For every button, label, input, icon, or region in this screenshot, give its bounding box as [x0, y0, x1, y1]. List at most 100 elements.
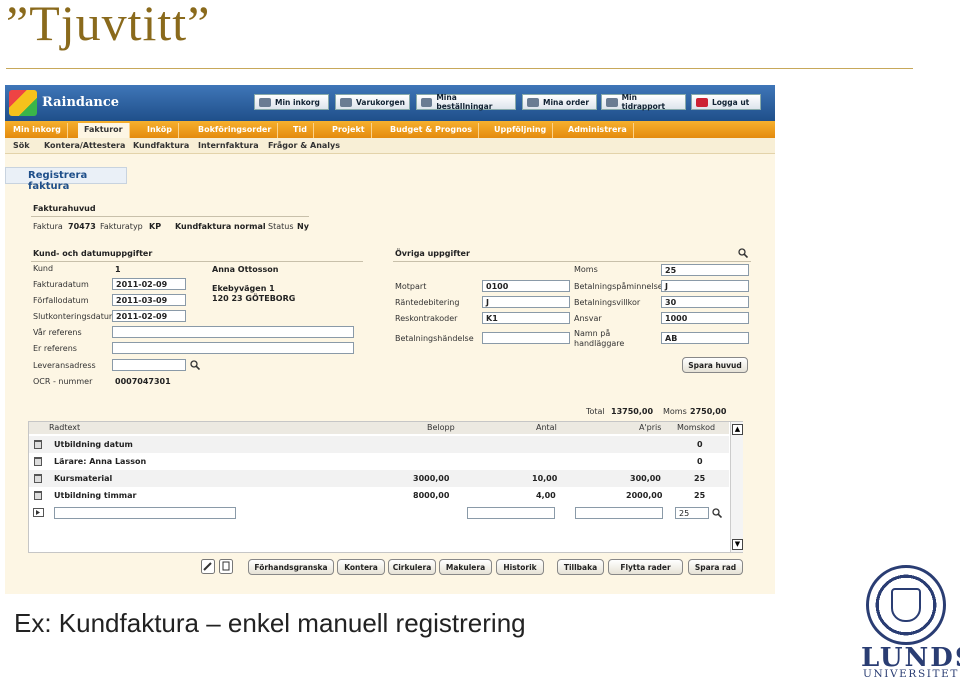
table-row[interactable]: Kursmaterial 3000,00 10,00 300,00 25 [29, 470, 729, 487]
er-referens-input[interactable] [112, 342, 354, 354]
moms-label: Moms [574, 265, 598, 274]
forfallodatum-label: Förfallodatum [33, 296, 89, 305]
menu-projekt[interactable]: Projekt [326, 123, 372, 138]
betalningsvillkor-input[interactable]: 30 [661, 296, 749, 308]
slutkonteringsdatum-input[interactable]: 2011-02-09 [112, 310, 186, 322]
menu-min-inkorg[interactable]: Min inkorg [7, 123, 68, 138]
toolbar-logga-ut[interactable]: Logga ut [691, 94, 761, 110]
scroll-up-icon[interactable]: ▲ [732, 424, 743, 435]
makulera-button[interactable]: Makulera [439, 559, 492, 575]
menu-bokforingsorder[interactable]: Bokföringsorder [192, 123, 279, 138]
handlaggare-input[interactable]: AB [661, 332, 749, 344]
reskontrakoder-label: Reskontrakoder [395, 314, 458, 323]
reskontrakoder-input[interactable]: K1 [482, 312, 570, 324]
row-momskod: 25 [694, 474, 706, 483]
menu-fakturor[interactable]: Fakturor [78, 123, 130, 138]
row-antal: 10,00 [532, 474, 558, 483]
row-apris: 300,00 [630, 474, 661, 483]
flytta-rader-button[interactable]: Flytta rader [608, 559, 683, 575]
kontera-button[interactable]: Kontera [337, 559, 385, 575]
toolbar-mina-bestallningar[interactable]: Mina beställningar [416, 93, 516, 111]
table-row[interactable]: Utbildning timmar 8000,00 4,00 2000,00 2… [29, 487, 729, 504]
fakturatyp-name: Kundfaktura normal [175, 222, 266, 231]
toolbar-mina-order[interactable]: Mina order [522, 94, 597, 110]
historik-button[interactable]: Historik [496, 559, 544, 575]
toolbar-min-inkorg[interactable]: Min inkorg [254, 94, 329, 110]
new-row: 25 [29, 505, 729, 522]
betalningshandelse-input[interactable] [482, 332, 570, 344]
spara-huvud-button[interactable]: Spara huvud [682, 357, 748, 373]
scroll-down-icon[interactable]: ▼ [732, 539, 743, 550]
kund-value: 1 [115, 265, 121, 274]
search-icon[interactable] [738, 248, 748, 258]
betalningsvillkor-label: Betalningsvillkor [574, 298, 641, 307]
table-row[interactable]: Lärare: Anna Lasson 0 [29, 453, 729, 470]
menu-uppfoljning[interactable]: Uppföljning [488, 123, 554, 138]
kund-name: Anna Ottosson [212, 265, 279, 274]
fakturatyp-label: Fakturatyp [100, 222, 143, 231]
menu-inkop[interactable]: Inköp [141, 123, 179, 138]
submenu-fragor-analys[interactable]: Frågor & Analys [268, 141, 340, 150]
toolbar-min-tidrapport[interactable]: Min tidrapport [601, 93, 686, 111]
app-name: Raindance [42, 95, 120, 110]
section-kund-datum: Kund- och datumuppgifter [33, 249, 153, 258]
tillbaka-button[interactable]: Tillbaka [557, 559, 604, 575]
document-icon[interactable] [219, 559, 233, 574]
search-icon[interactable] [190, 360, 200, 370]
col-apris: A'pris [639, 423, 662, 432]
order-icon [527, 97, 539, 107]
row-text: Kursmaterial [54, 474, 113, 483]
leveransadress-input[interactable] [112, 359, 186, 371]
handlaggare-label-2: handläggare [574, 339, 625, 348]
submenu-sok[interactable]: Sök [13, 141, 30, 150]
moms-input[interactable]: 25 [661, 264, 749, 276]
betalningspaminnelser-input[interactable]: J [661, 280, 749, 292]
motpart-label: Motpart [395, 282, 427, 291]
ocr-value: 0007047301 [115, 377, 171, 386]
menu-tid[interactable]: Tid [287, 123, 314, 138]
submenu-kontera-attestera[interactable]: Kontera/Attestera [44, 141, 125, 150]
er-referens-label: Er referens [33, 344, 77, 353]
table-row[interactable]: Utbildning datum 0 [29, 436, 729, 453]
fakturadatum-input[interactable]: 2011-02-09 [112, 278, 186, 290]
section-divider [31, 216, 309, 217]
col-momskod: Momskod [677, 423, 716, 432]
menu-budget-prognos[interactable]: Budget & Prognos [384, 123, 480, 138]
new-row-text-input[interactable] [54, 507, 236, 519]
new-row-belopp-input[interactable] [467, 507, 555, 519]
leveransadress-label: Leveransadress [33, 361, 96, 370]
address-line-1: Ekebyvägen 1 [212, 284, 275, 293]
section-fakturahuvud: Fakturahuvud [33, 204, 96, 213]
grid-scrollbar[interactable]: ▲ ▼ [730, 422, 743, 552]
trash-icon[interactable] [34, 440, 42, 449]
search-icon[interactable] [712, 508, 722, 518]
forhandsgranska-button[interactable]: Förhandsgranska [248, 559, 334, 575]
trash-icon[interactable] [34, 491, 42, 500]
menu-administrera[interactable]: Administrera [562, 123, 634, 138]
cart-icon [340, 97, 352, 107]
submenu-kundfaktura[interactable]: Kundfaktura [133, 141, 189, 150]
rantedebitering-input[interactable]: J [482, 296, 570, 308]
section-ovriga: Övriga uppgifter [395, 249, 470, 258]
motpart-input[interactable]: 0100 [482, 280, 570, 292]
fakturadatum-label: Fakturadatum [33, 280, 89, 289]
handlaggare-label: Namn på [574, 329, 611, 338]
var-referens-input[interactable] [112, 326, 354, 338]
rantedebitering-label: Räntedebitering [395, 298, 460, 307]
new-row-momskod-input[interactable]: 25 [675, 507, 709, 519]
submenu-internfaktura[interactable]: Internfaktura [198, 141, 259, 150]
trash-icon[interactable] [34, 457, 42, 466]
ansvar-input[interactable]: 1000 [661, 312, 749, 324]
betalningspaminnelser-label: Betalningspåminnelser [574, 282, 666, 291]
forfallodatum-input[interactable]: 2011-03-09 [112, 294, 186, 306]
col-belopp: Belopp [427, 423, 455, 432]
edit-icon[interactable] [201, 559, 215, 574]
trash-icon[interactable] [34, 474, 42, 483]
clock-icon [606, 97, 618, 107]
cirkulera-button[interactable]: Cirkulera [388, 559, 436, 575]
toolbar-varukorgen[interactable]: Varukorgen [335, 94, 410, 110]
spara-rad-button[interactable]: Spara rad [688, 559, 743, 575]
new-row-apris-input[interactable] [575, 507, 663, 519]
sub-menu: Sök Kontera/Attestera Kundfaktura Intern… [5, 138, 775, 154]
section-divider [31, 261, 363, 262]
